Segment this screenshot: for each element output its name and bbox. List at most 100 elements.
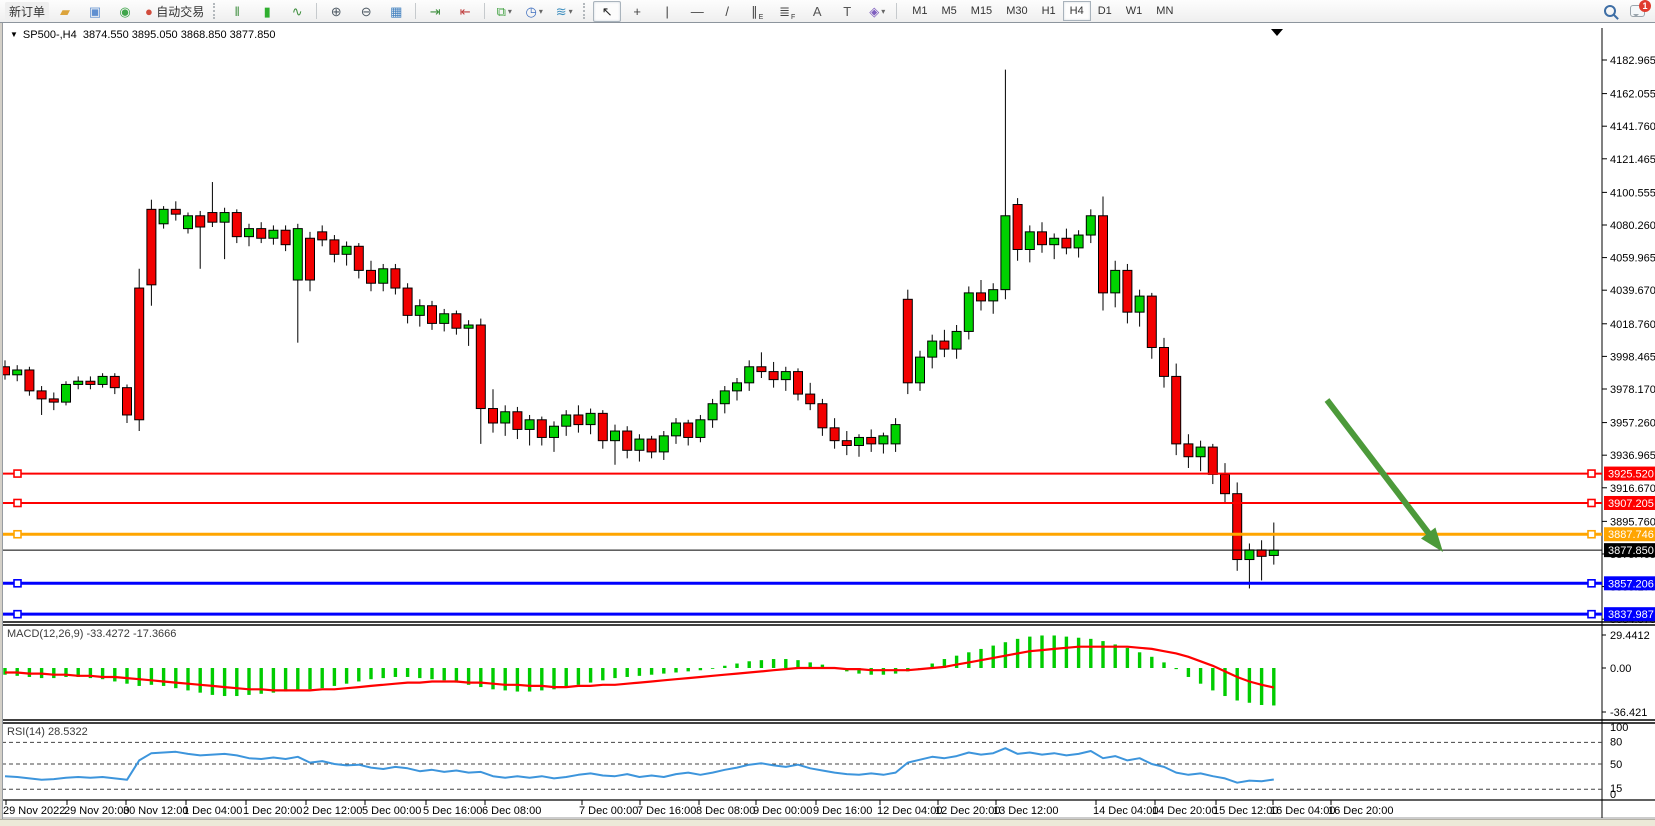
periods-button[interactable]: ◷▾ [520,1,548,22]
chevron-down-icon: ▾ [508,7,512,16]
candle-up [1245,550,1254,560]
crosshair-button[interactable]: + [623,1,651,22]
text-button[interactable]: A [803,1,831,22]
line-drag-handle[interactable] [14,499,21,506]
macd-bar [650,668,653,675]
chart-ohlc-values: 3874.550 3895.050 3868.850 3877.850 [83,29,276,41]
shift-marker-icon [1271,29,1283,36]
candles-chart-button[interactable]: ▮ [253,1,281,22]
rsi-axis: 1008050150 [1610,722,1628,801]
macd-bar [491,668,494,689]
auto-scroll-button[interactable]: ⇤ [451,1,479,22]
tab-timeframe-mn[interactable]: MN [1149,1,1180,21]
line-drag-handle[interactable] [1588,531,1595,538]
time-label: 14 Dec 20:00 [1152,805,1217,817]
macd-panel[interactable] [3,635,1275,705]
text-label-button[interactable]: T [833,1,861,22]
macd-bar [589,668,592,683]
line-drag-handle[interactable] [1588,499,1595,506]
toolbar-drag-handle [583,3,588,19]
line-drag-handle[interactable] [14,470,21,477]
signal-button[interactable]: ◉ [111,1,139,22]
new-template-button[interactable]: ⧉▾ [490,1,518,22]
rsi-panel[interactable] [5,748,1274,783]
cursor-button[interactable]: ↖ [593,1,621,22]
candle-down [842,441,851,446]
candle-up [159,209,168,223]
zoom-out-button[interactable]: ⊖ [352,1,380,22]
search-icon[interactable] [1604,5,1616,17]
candle-up [269,230,278,238]
time-label: 1 Dec 04:00 [183,805,242,817]
candle-up [342,246,351,254]
terminal-button[interactable]: ▣ [81,1,109,22]
zoom-in-button[interactable]: ⊕ [322,1,350,22]
tab-timeframe-d1[interactable]: D1 [1091,1,1119,21]
tab-timeframe-m15[interactable]: M15 [964,1,999,21]
macd-bar [1199,668,1202,684]
toolbar: 新订单 ▰▣◉● 自动交易 ‖▮∿ ⊕⊖▦ ⇥⇤ ⧉▾◷▾≋▾ ↖+|—/∥E≣FAT◈▾… [0,0,1655,23]
bars-chart-button[interactable]: ‖ [223,1,251,22]
macd-bar [626,668,629,677]
chat-icon[interactable]: 1 [1630,5,1645,17]
tab-timeframe-h4[interactable]: H4 [1063,1,1091,21]
trend-arrow[interactable] [1327,400,1443,552]
candle-down [476,325,485,409]
macd-bar [455,668,458,683]
candle-down [1172,376,1181,443]
macd-bar [1260,668,1263,705]
vertical-line-button[interactable]: | [653,1,681,22]
time-label: 30 Nov 12:00 [123,805,188,817]
svg-text:4182.965: 4182.965 [1610,55,1655,67]
tab-timeframe-w1[interactable]: W1 [1119,1,1150,21]
candle-down [135,288,144,420]
candlesticks[interactable] [1,70,1279,589]
tab-timeframe-m5[interactable]: M5 [935,1,964,21]
gold-ingot-button[interactable]: ▰ [51,1,79,22]
candle-up [659,436,668,452]
time-label: 9 Dec 16:00 [813,805,872,817]
time-axis[interactable]: 29 Nov 202229 Nov 20:0030 Nov 12:001 Dec… [3,800,1393,817]
channel-button[interactable]: ∥E [743,1,771,22]
collapse-triangle-icon[interactable]: ▼ [10,30,18,39]
tile-windows-button[interactable]: ▦ [382,1,410,22]
line-drag-handle[interactable] [1588,580,1595,587]
line-drag-handle[interactable] [14,531,21,538]
svg-text:3936.965: 3936.965 [1610,450,1655,462]
chart-canvas[interactable]: 4182.9654162.0554141.7604121.4654100.555… [0,0,1655,825]
time-label: 6 Dec 08:00 [482,805,541,817]
line-drag-handle[interactable] [14,580,21,587]
candle-down [1208,447,1217,474]
macd-bar [333,668,336,686]
notification-badge: 1 [1639,0,1651,12]
indicators-button[interactable]: ≋▾ [550,1,578,22]
line-drag-handle[interactable] [1588,470,1595,477]
auto-trading-button[interactable]: ● 自动交易 [141,1,208,22]
macd-bar [528,668,531,692]
arrows-button[interactable]: ◈▾ [863,1,891,22]
tab-timeframe-m30[interactable]: M30 [999,1,1034,21]
candle-up [708,404,717,420]
macd-bar [577,668,580,685]
candle-down [1099,216,1108,293]
line-drag-handle[interactable] [14,611,21,618]
macd-bar [199,668,202,693]
price-label: 3857.206 [1608,578,1654,590]
candle-down [647,439,656,452]
new-order-button[interactable]: 新订单 [5,2,49,21]
macd-bar [1138,652,1141,668]
chart-shift-button[interactable]: ⇥ [421,1,449,22]
candle-up [745,367,754,383]
svg-text:29.4412: 29.4412 [1610,630,1650,642]
candle-down [49,399,58,402]
line-chart-button[interactable]: ∿ [283,1,311,22]
line-drag-handle[interactable] [1588,611,1595,618]
rsi-line [5,748,1274,783]
tab-timeframe-h1[interactable]: H1 [1035,1,1063,21]
fibonacci-button[interactable]: ≣F [773,1,801,22]
tab-timeframe-m1[interactable]: M1 [905,1,934,21]
horizontal-line-button[interactable]: — [683,1,711,22]
trendline-button[interactable]: / [713,1,741,22]
svg-text:-36.421: -36.421 [1610,707,1647,719]
horizontal-lines[interactable] [2,470,1602,618]
